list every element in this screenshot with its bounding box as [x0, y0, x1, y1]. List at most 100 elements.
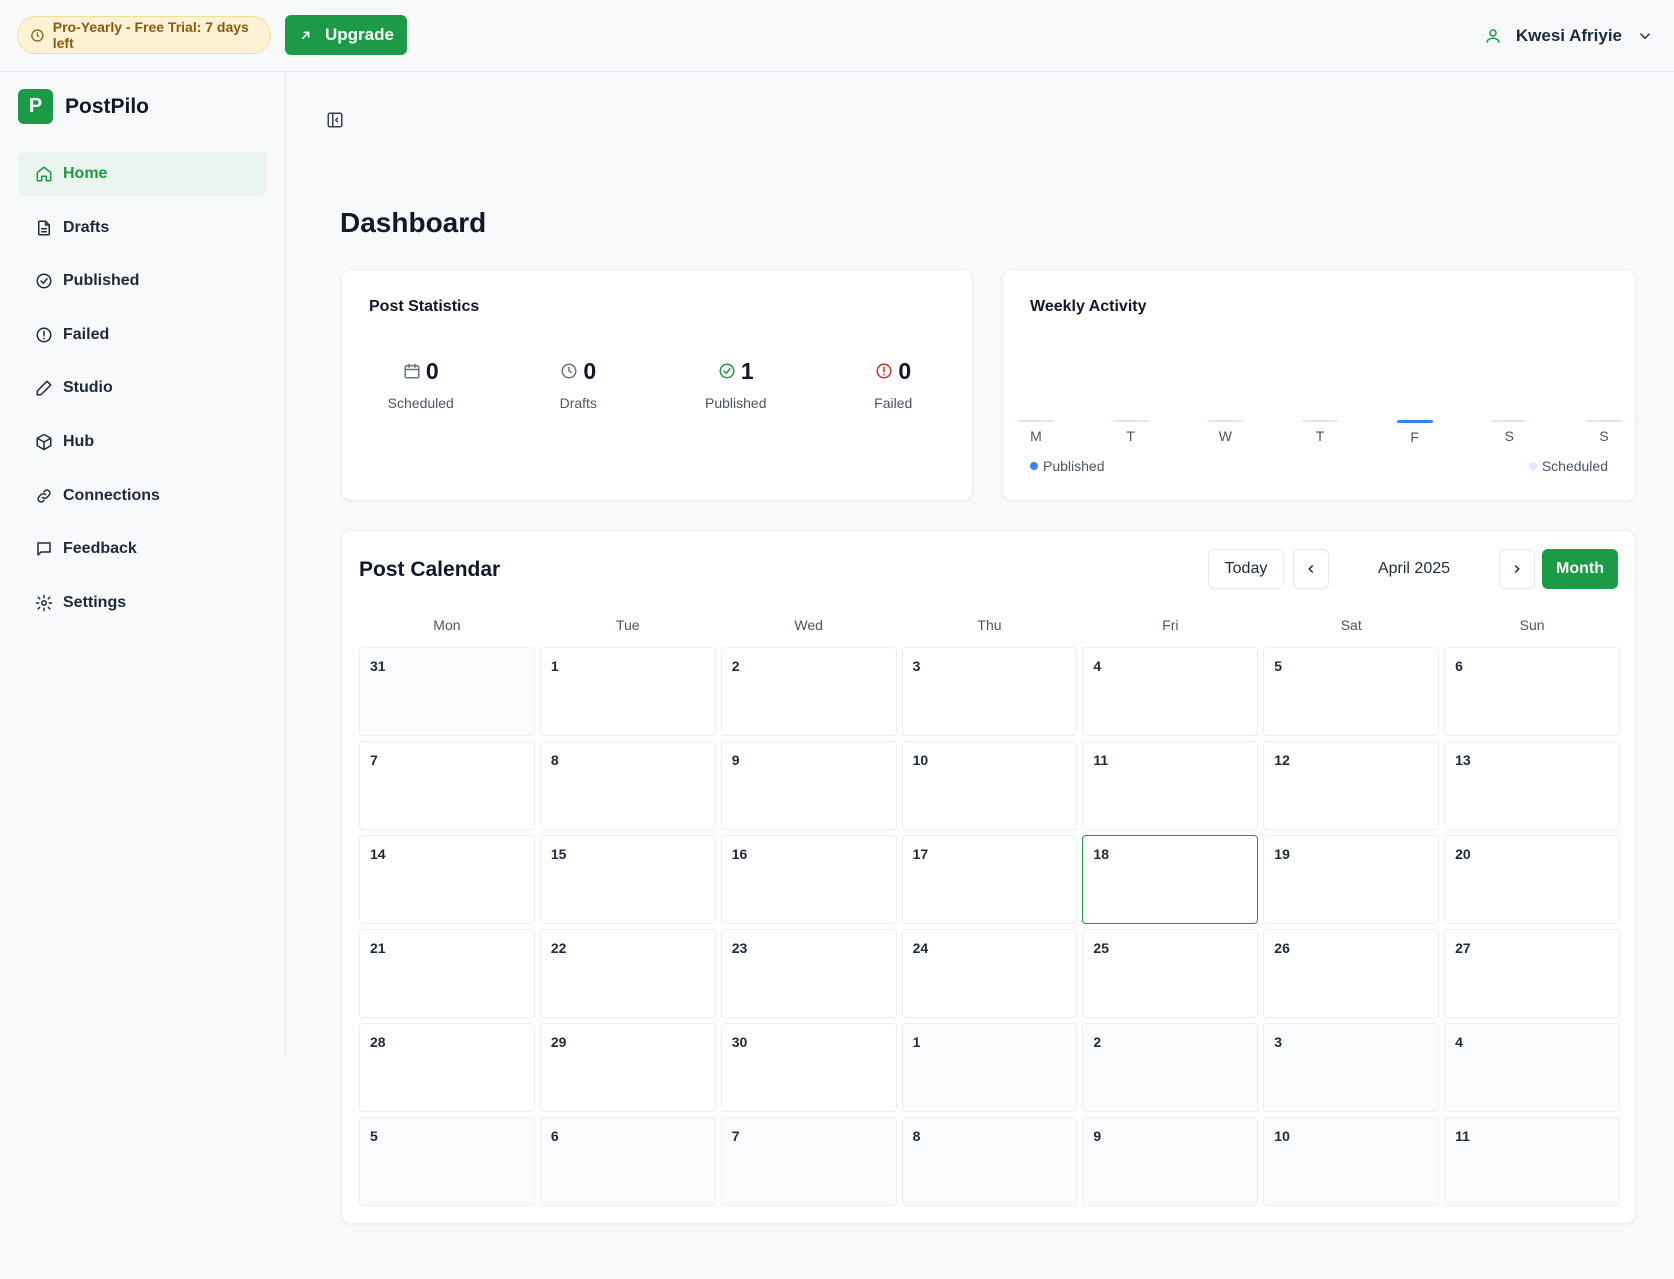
sidebar-item-label: Drafts — [63, 218, 110, 236]
calendar-day[interactable]: 19 — [1263, 835, 1440, 924]
calendar-day[interactable]: 29 — [539, 1023, 716, 1112]
calendar-day[interactable]: 1 — [901, 1023, 1078, 1112]
calendar-day[interactable]: 22 — [539, 929, 716, 1018]
arrow-up-right-icon — [301, 31, 310, 39]
calendar-day[interactable]: 7 — [359, 741, 535, 830]
calendar-day[interactable]: 24 — [901, 929, 1078, 1018]
calendar-day[interactable]: 6 — [1444, 647, 1620, 736]
calendar-day-number: 6 — [550, 1128, 559, 1144]
calendar-day-number: 27 — [1455, 940, 1471, 956]
calendar-day[interactable]: 20 — [1444, 835, 1620, 924]
calendar-day[interactable]: 5 — [359, 1117, 535, 1206]
calendar-day[interactable]: 11 — [1082, 741, 1259, 830]
weekday-sat: Sat — [1340, 617, 1362, 633]
calendar-day-number: 15 — [550, 846, 567, 862]
weekly-day: S — [1584, 420, 1624, 444]
stat-value: 0 — [898, 357, 912, 384]
sidebar-item-failed[interactable]: Failed — [18, 313, 267, 357]
calendar-day-number: 17 — [912, 846, 929, 862]
calendar-icon — [404, 363, 420, 379]
calendar-day[interactable]: 9 — [1082, 1117, 1259, 1206]
calendar-day[interactable]: 7 — [720, 1117, 897, 1206]
calendar-day[interactable]: 25 — [1082, 929, 1259, 1018]
calendar-day-number: 14 — [370, 846, 386, 862]
alert-circle-icon — [876, 363, 892, 379]
user-menu[interactable]: Kwesi Afriyie — [1484, 22, 1654, 50]
calendar-day[interactable]: 17 — [901, 835, 1078, 924]
upgrade-label: Upgrade — [325, 25, 394, 44]
weekly-day-bar — [1586, 420, 1622, 422]
calendar-day[interactable]: 8 — [901, 1117, 1078, 1206]
sidebar-item-home[interactable]: Home — [18, 152, 267, 196]
calendar-day[interactable]: 2 — [720, 647, 897, 736]
sidebar-item-label: Hub — [63, 432, 95, 450]
sidebar-item-drafts[interactable]: Drafts — [18, 206, 267, 250]
calendar-day[interactable]: 10 — [901, 741, 1078, 830]
calendar-day-number: 16 — [731, 846, 748, 862]
calendar-day[interactable]: 30 — [720, 1023, 897, 1112]
calendar-day-number: 6 — [1455, 658, 1463, 674]
weekly-day-bar — [1018, 420, 1054, 422]
sidebar-item-studio[interactable]: Studio — [18, 366, 267, 410]
calendar-day[interactable]: 31 — [359, 647, 535, 736]
calendar-day[interactable]: 4 — [1082, 647, 1259, 736]
calendar-day[interactable]: 10 — [1263, 1117, 1440, 1206]
calendar-controls: Today April 2025 Month — [1208, 549, 1618, 589]
calendar-day[interactable]: 28 — [359, 1023, 535, 1112]
upgrade-button[interactable]: Upgrade — [285, 15, 407, 55]
calendar-day[interactable]: 3 — [1263, 1023, 1440, 1112]
calendar-day[interactable]: 16 — [720, 835, 897, 924]
check-circle-icon — [36, 273, 52, 289]
weekly-day-label: F — [1410, 429, 1419, 445]
stat-label: Published — [705, 395, 767, 411]
calendar-day[interactable]: 8 — [539, 741, 716, 830]
sidebar-toggle-icon[interactable] — [326, 111, 344, 129]
calendar-day-today[interactable]: 18 — [1082, 835, 1259, 924]
sidebar-item-published[interactable]: Published — [18, 259, 267, 303]
prev-month-button[interactable] — [1293, 549, 1329, 589]
calendar-day[interactable]: 9 — [720, 741, 897, 830]
calendar-day[interactable]: 15 — [539, 835, 716, 924]
sidebar-item-feedback[interactable]: Feedback — [18, 527, 267, 571]
next-month-button[interactable] — [1499, 549, 1535, 589]
calendar-day-number: 21 — [370, 940, 386, 956]
calendar-day[interactable]: 11 — [1444, 1117, 1620, 1206]
calendar-day[interactable]: 2 — [1082, 1023, 1259, 1112]
brand[interactable]: P PostPilo — [18, 89, 149, 124]
pencil-icon — [36, 380, 52, 396]
legend-scheduled-dot — [1528, 462, 1537, 470]
calendar-day[interactable]: 23 — [720, 929, 897, 1018]
calendar-day[interactable]: 26 — [1263, 929, 1440, 1018]
calendar-day-number: 5 — [370, 1128, 378, 1144]
calendar-day[interactable]: 4 — [1444, 1023, 1620, 1112]
page-title: Dashboard — [340, 207, 487, 238]
today-button[interactable]: Today — [1208, 549, 1284, 589]
calendar-day[interactable]: 12 — [1263, 741, 1440, 830]
calendar-day[interactable]: 14 — [359, 835, 535, 924]
sidebar-item-label: Connections — [63, 486, 160, 504]
weekly-day-label: M — [1030, 428, 1042, 444]
calendar-day-number: 10 — [912, 752, 929, 768]
month-view-button[interactable]: Month — [1542, 549, 1618, 589]
calendar-day[interactable]: 27 — [1444, 929, 1620, 1018]
calendar-day[interactable]: 13 — [1444, 741, 1620, 830]
calendar-day-number: 30 — [731, 1034, 748, 1050]
calendar-grid: 31 1 2 3 4 5 6 7 8 9 10 11 12 13 14 15 16 17 18 19 20 21 22 23 2… — [359, 647, 1620, 1206]
calendar-day[interactable]: 21 — [359, 929, 535, 1018]
calendar-day-number: 29 — [550, 1034, 567, 1050]
sidebar-item-settings[interactable]: Settings — [18, 581, 267, 625]
post-calendar-card: Post Calendar Today April 2025 Month Mon… — [341, 530, 1636, 1224]
weekly-activity-card: Weekly Activity M T W T F S S Published … — [1002, 269, 1636, 501]
weekly-day: M — [1016, 420, 1056, 444]
calendar-day[interactable]: 6 — [539, 1117, 716, 1206]
weekly-day-label: W — [1218, 428, 1232, 444]
calendar-day[interactable]: 5 — [1263, 647, 1440, 736]
calendar-day[interactable]: 3 — [901, 647, 1078, 736]
sidebar-item-connections[interactable]: Connections — [18, 474, 267, 518]
post-statistics-title: Post Statistics — [369, 298, 480, 315]
sidebar-item-hub[interactable]: Hub — [18, 420, 267, 464]
calendar-day-number: 8 — [912, 1128, 921, 1144]
chevron-down-icon — [1639, 33, 1651, 40]
calendar-day[interactable]: 1 — [539, 647, 716, 736]
trial-badge[interactable]: Pro-Yearly - Free Trial: 7 days left — [17, 16, 271, 54]
